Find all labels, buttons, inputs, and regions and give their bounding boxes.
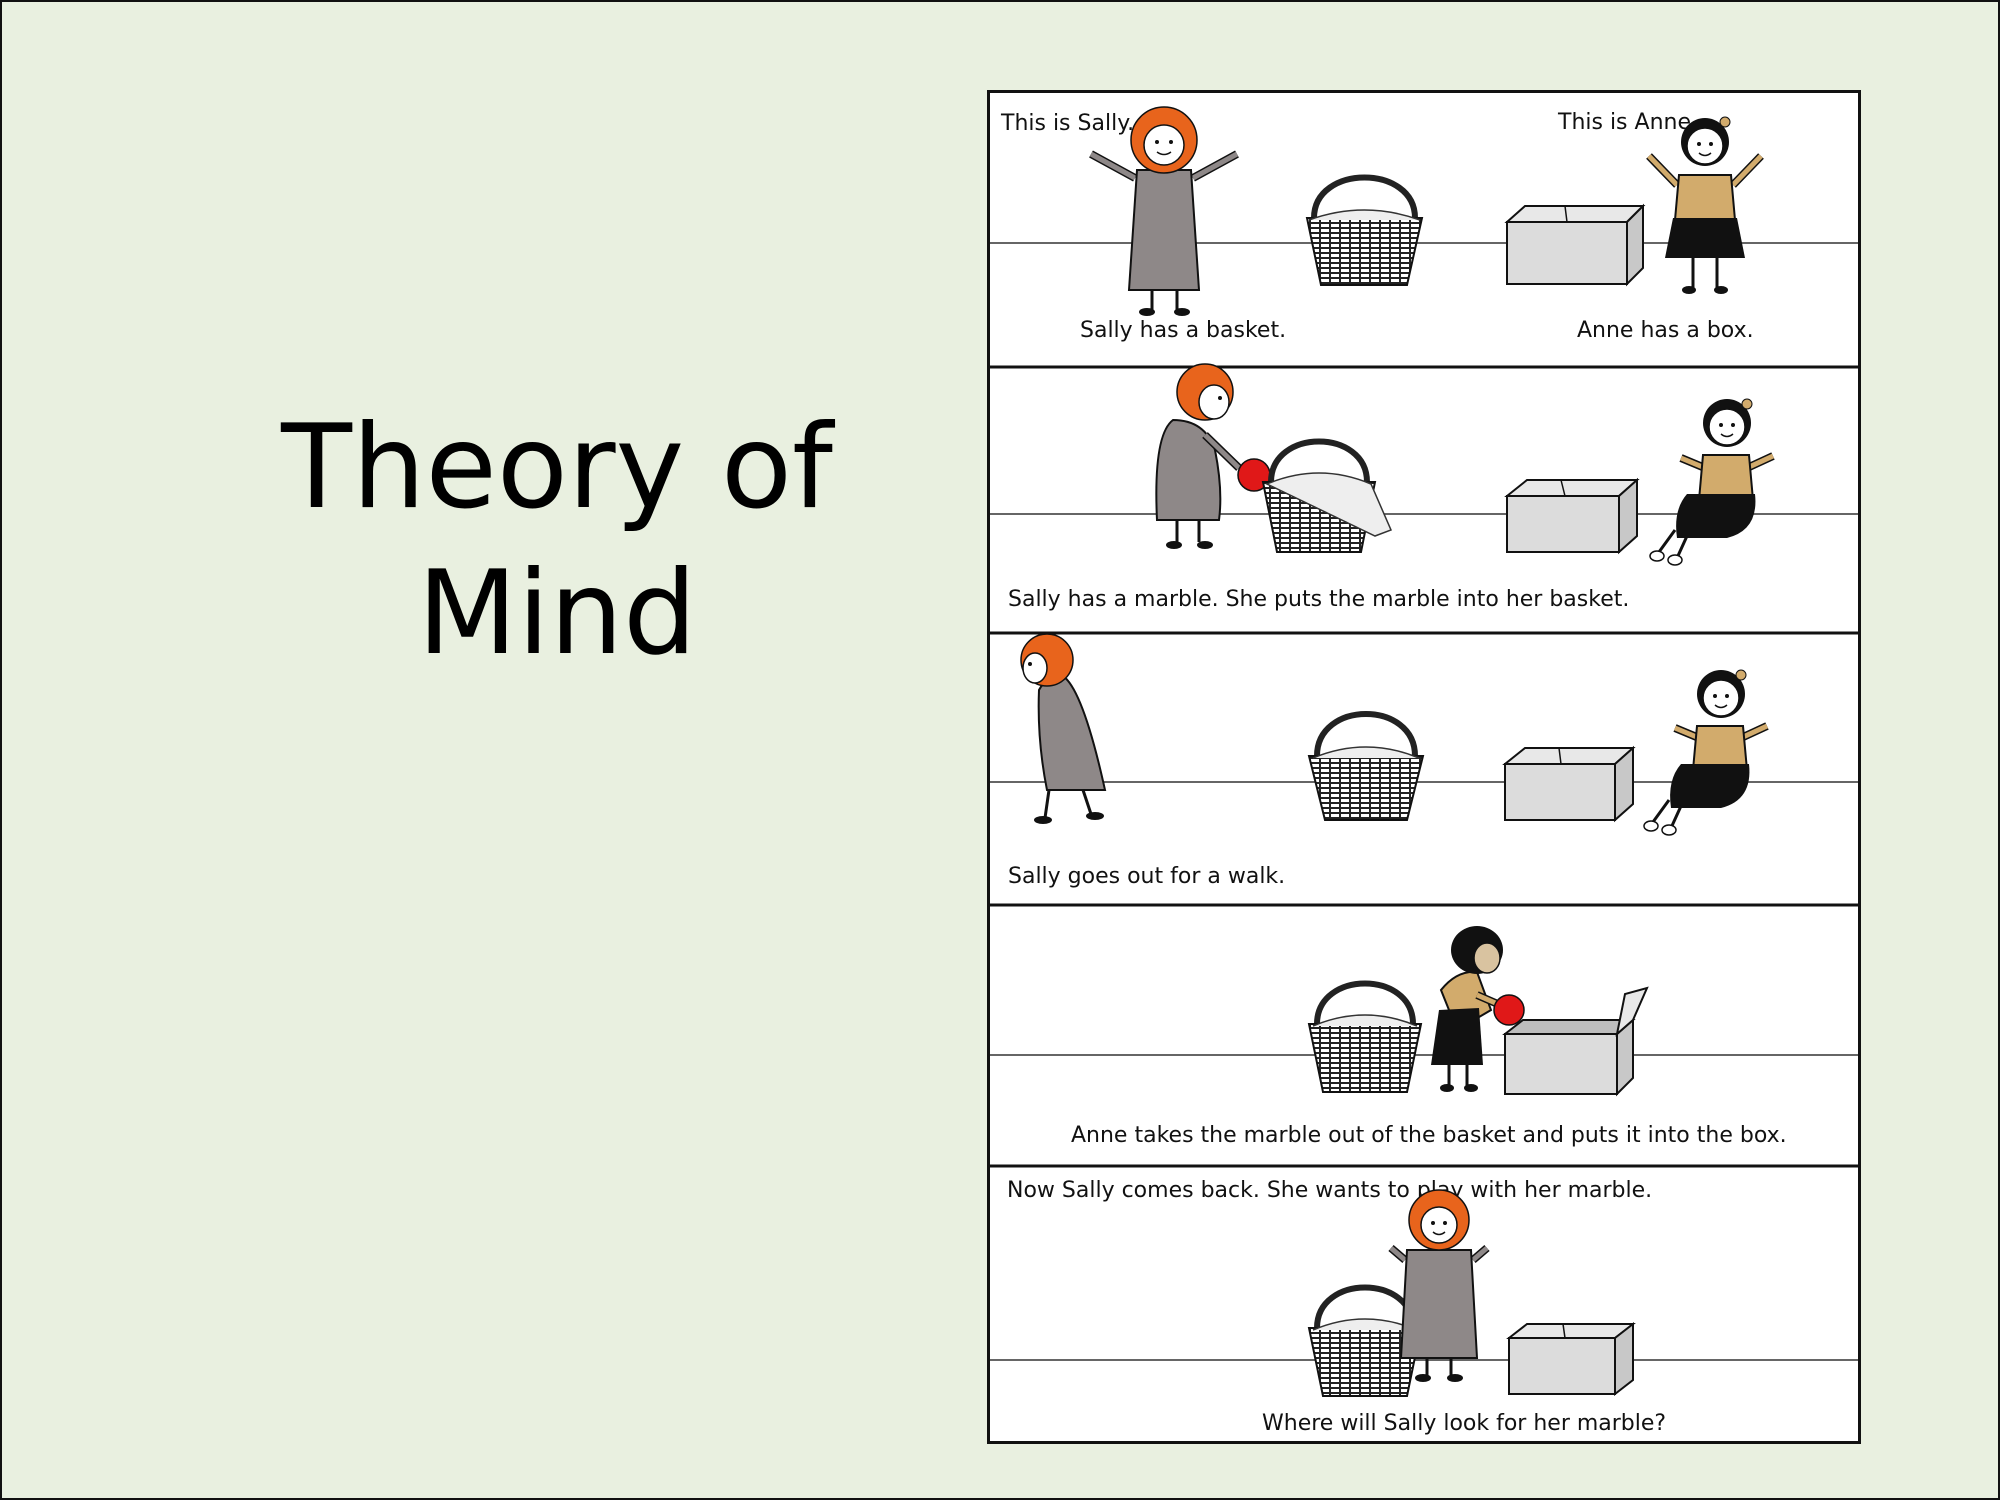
box-icon — [1502, 745, 1636, 823]
caption-sally-comes-back: Now Sally comes back. She wants to play … — [1007, 1178, 1652, 1203]
slide-title-line-2: Mind — [417, 545, 697, 681]
caption-anne-has-box: Anne has a box. — [1577, 318, 1754, 343]
caption-this-is-sally: This is Sally. — [1000, 111, 1134, 136]
sally-anne-comic-strip: This is Sally. This is Anne. Sally has a… — [987, 90, 1861, 1444]
caption-sally-puts-marble: Sally has a marble. She puts the marble … — [1008, 587, 1629, 612]
marble-icon — [1493, 994, 1525, 1026]
box-icon — [1506, 1321, 1636, 1397]
caption-question: Where will Sally look for her marble? — [1262, 1411, 1666, 1436]
slide: Theory of Mind This is Sally. This is An… — [0, 0, 2000, 1500]
box-icon — [1504, 203, 1646, 287]
caption-sally-has-basket: Sally has a basket. — [1080, 318, 1286, 343]
slide-title: Theory of Mind — [252, 395, 862, 687]
caption-anne-moves-marble: Anne takes the marble out of the basket … — [1071, 1123, 1787, 1148]
caption-this-is-anne: This is Anne. — [1557, 110, 1698, 135]
box-icon — [1504, 477, 1640, 555]
caption-sally-goes-out: Sally goes out for a walk. — [1008, 864, 1285, 889]
slide-title-line-1: Theory of — [281, 399, 833, 535]
